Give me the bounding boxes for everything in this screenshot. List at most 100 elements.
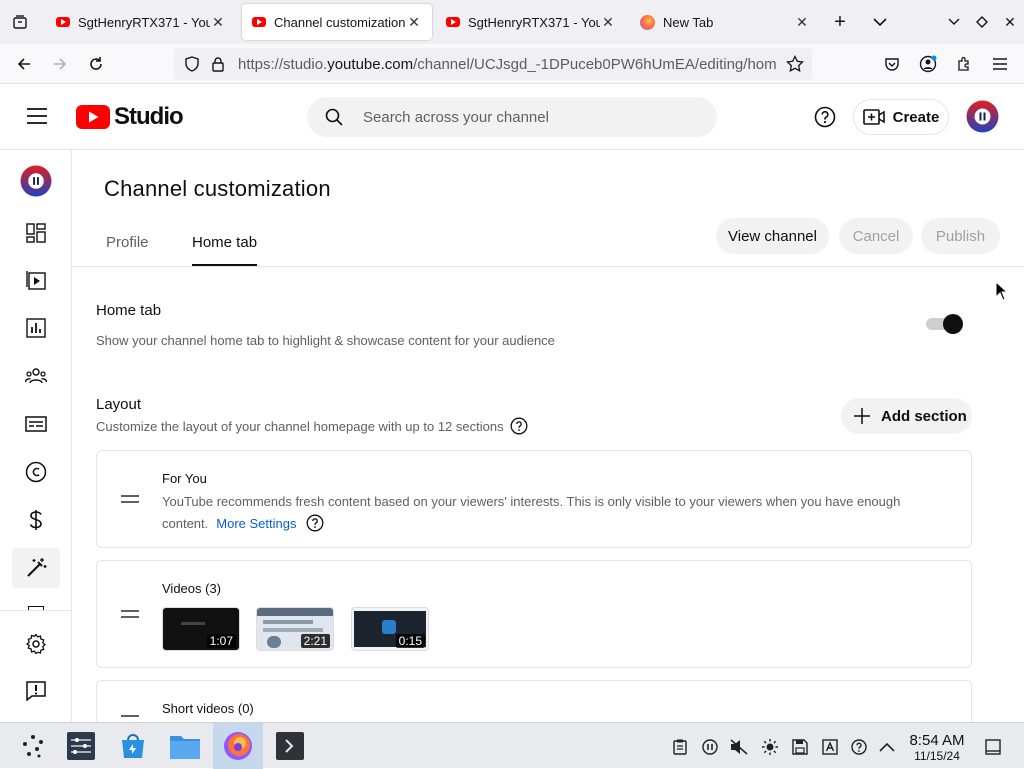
more-settings-link[interactable]: More Settings (216, 516, 296, 531)
menu-icon[interactable] (26, 107, 48, 125)
browser-tab-3[interactable]: SgtHenryRTX371 - YouTube ✕ (436, 4, 626, 40)
tray-expand-icon[interactable] (878, 738, 896, 756)
tab-title: SgtHenryRTX371 - YouTube (78, 14, 210, 30)
section-description: YouTube recommends fresh content based o… (162, 494, 901, 509)
tabs-divider (72, 266, 1024, 267)
browser-tab-4[interactable]: New Tab ✕ (630, 4, 820, 40)
section-card-videos[interactable]: Videos (3) 1:07 2:21 0:15 (96, 560, 972, 668)
shield-icon[interactable] (184, 56, 200, 72)
create-button[interactable]: Create (853, 99, 949, 135)
publish-button[interactable]: Publish (921, 218, 1000, 254)
maximize-window-icon[interactable] (970, 10, 994, 34)
extensions-icon[interactable] (952, 52, 976, 76)
search-icon[interactable] (325, 108, 343, 126)
minimize-window-icon[interactable] (942, 10, 966, 34)
section-card-for-you[interactable]: For You YouTube recommends fresh content… (96, 450, 972, 548)
forward-icon[interactable] (48, 52, 72, 76)
video-thumbnail[interactable]: 1:07 (162, 607, 240, 651)
url-text[interactable]: https://studio.youtube.com/channel/UCJsg… (238, 56, 776, 73)
close-icon[interactable]: ✕ (794, 14, 810, 30)
file-manager-icon[interactable] (170, 731, 200, 761)
help-icon[interactable] (306, 514, 324, 532)
sidebar-item-settings[interactable] (12, 624, 60, 664)
terminal-icon[interactable] (275, 731, 305, 761)
cancel-button[interactable]: Cancel (839, 218, 913, 254)
sidebar-item-subtitles[interactable] (12, 404, 60, 444)
sidebar-item-earn[interactable] (12, 500, 60, 540)
sidebar-item-feedback[interactable] (12, 671, 60, 711)
search-input[interactable] (363, 107, 693, 127)
channel-avatar[interactable] (20, 165, 52, 197)
close-icon[interactable]: ✕ (210, 14, 226, 30)
firefox-taskbar-icon[interactable] (223, 731, 253, 761)
sidebar-item-community[interactable] (12, 356, 60, 396)
browser-tab-2[interactable]: Channel customization - YouTube Studio ✕ (242, 4, 432, 40)
home-tab-heading: Home tab (96, 302, 162, 319)
account-icon[interactable] (916, 52, 940, 76)
pocket-icon[interactable] (880, 52, 904, 76)
search-bar[interactable] (307, 97, 717, 137)
app-launcher-icon[interactable] (18, 731, 48, 761)
video-duration: 0:15 (395, 634, 425, 648)
help-icon[interactable] (850, 738, 868, 756)
home-tab-toggle[interactable] (926, 314, 964, 334)
tab-profile[interactable]: Profile (106, 234, 149, 251)
thumbnail-detail (181, 622, 205, 625)
reload-icon[interactable] (84, 52, 108, 76)
sidebar-item-customization[interactable] (12, 548, 60, 588)
sidebar-item-copyright[interactable] (12, 452, 60, 492)
drag-handle-icon[interactable] (121, 715, 139, 721)
system-settings-app-icon[interactable] (66, 731, 96, 761)
youtube-icon (446, 17, 460, 27)
help-icon[interactable] (510, 417, 528, 435)
discover-store-icon[interactable] (118, 731, 148, 761)
lock-icon[interactable] (210, 56, 226, 72)
bookmark-star-icon[interactable] (786, 55, 804, 73)
create-label: Create (892, 108, 940, 126)
drag-handle-icon[interactable] (121, 495, 139, 507)
address-bar[interactable]: https://studio.youtube.com/channel/UCJsg… (174, 48, 812, 80)
layout-heading: Layout (96, 396, 142, 413)
youtube-icon (252, 17, 266, 27)
video-thumbnail[interactable]: 2:21 (256, 607, 334, 651)
browser-tab-1[interactable]: SgtHenryRTX371 - YouTube ✕ (46, 4, 236, 40)
browser-tab-bar: SgtHenryRTX371 - YouTube ✕ Channel custo… (0, 0, 1024, 44)
help-icon[interactable] (814, 106, 836, 128)
clock[interactable]: 8:54 AM 11/15/24 (900, 732, 974, 763)
sidebar-item-content[interactable] (12, 260, 60, 300)
feedback-icon (26, 681, 46, 701)
storage-icon[interactable] (791, 738, 809, 756)
input-method-icon[interactable] (821, 738, 839, 756)
hamburger-menu-icon[interactable] (988, 52, 1012, 76)
drag-handle-icon[interactable] (121, 610, 139, 622)
community-icon (25, 368, 47, 384)
sidebar-item-dashboard[interactable] (12, 213, 60, 253)
close-icon[interactable]: ✕ (600, 14, 616, 30)
tab-overview-icon[interactable] (8, 10, 32, 34)
youtube-logo-icon (76, 105, 110, 129)
volume-muted-icon[interactable] (730, 738, 748, 756)
content-icon (26, 271, 46, 290)
avatar[interactable] (966, 100, 999, 133)
thumbnail-detail (257, 608, 333, 616)
back-icon[interactable] (12, 52, 36, 76)
tab-home[interactable]: Home tab (192, 234, 257, 251)
media-pause-icon[interactable] (701, 738, 719, 756)
show-desktop-icon[interactable] (984, 738, 1002, 756)
tab-title: SgtHenryRTX371 - YouTube (468, 14, 600, 30)
clipboard-icon[interactable] (671, 738, 689, 756)
subtitles-icon (25, 416, 47, 432)
view-channel-button[interactable]: View channel (716, 218, 829, 254)
sidebar-item-analytics[interactable] (12, 308, 60, 348)
close-icon[interactable]: ✕ (406, 14, 422, 30)
add-section-button[interactable]: Add section (841, 398, 972, 434)
add-section-label: Add section (881, 407, 967, 425)
brightness-icon[interactable] (761, 738, 779, 756)
close-window-icon[interactable]: ✕ (998, 10, 1022, 34)
list-tabs-icon[interactable] (868, 10, 892, 34)
copyright-icon (25, 461, 47, 483)
video-thumbnail[interactable]: 0:15 (351, 607, 429, 651)
new-tab-icon[interactable]: + (828, 10, 852, 34)
studio-logo[interactable]: Studio (76, 103, 184, 131)
section-card-shorts[interactable]: Short videos (0) (96, 680, 972, 722)
